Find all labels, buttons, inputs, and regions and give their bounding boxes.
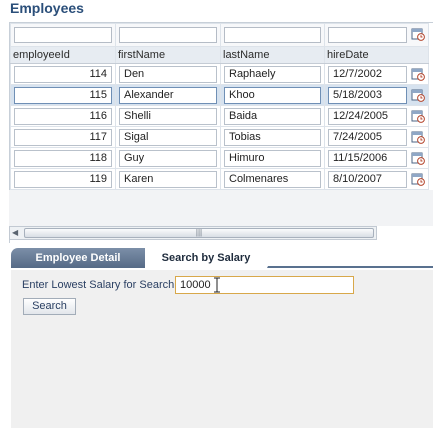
table-row[interactable]: 117 Sigal Tobias 7/24/2005 [10,126,429,148]
employeeid-cell[interactable]: 114 [14,66,112,83]
employeeid-cell[interactable]: 115 [14,87,112,104]
firstname-cell[interactable]: Sigal [119,129,217,146]
salary-input[interactable]: 10000 [175,276,354,294]
detail-tabs: Employee Detail Search by Salary [11,248,433,268]
hiredate-cell[interactable]: 11/15/2006 [328,150,407,167]
calendar-icon[interactable] [411,88,425,102]
employeeid-cell[interactable]: 118 [14,150,112,167]
table-row[interactable]: 116 Shelli Baida 12/24/2005 [10,105,429,127]
lastname-cell[interactable]: Himuro [224,150,321,167]
scroll-grip-icon: ||| [195,228,203,237]
filter-employeeid-input[interactable] [14,27,112,43]
salary-label: Enter Lowest Salary for Search [22,279,175,291]
employees-grid: employeeId firstName lastName hireDate 1… [10,23,429,190]
header-row: employeeId firstName lastName hireDate [10,46,429,64]
hiredate-cell[interactable]: 7/24/2005 [328,129,407,146]
table-row[interactable]: 118 Guy Himuro 11/15/2006 [10,147,429,169]
table-row[interactable]: 114 Den Raphaely 12/7/2002 [10,63,429,85]
column-header-hiredate[interactable]: hireDate [324,46,429,64]
hiredate-cell[interactable]: 5/18/2003 [328,87,407,104]
filter-row [10,23,429,47]
column-header-employeeid[interactable]: employeeId [10,46,116,64]
table-row[interactable]: 119 Karen Colmenares 8/10/2007 [10,168,429,190]
calendar-icon[interactable] [411,27,425,41]
table-row[interactable]: 115 Alexander Khoo 5/18/2003 [10,84,429,106]
lastname-cell[interactable]: Raphaely [224,66,321,83]
firstname-cell[interactable]: Shelli [119,108,217,125]
hiredate-cell[interactable]: 12/7/2002 [328,66,407,83]
lastname-cell[interactable]: Baida [224,108,321,125]
column-header-firstname[interactable]: firstName [115,46,221,64]
table-empty-area [9,190,433,226]
filter-firstname-input[interactable] [119,27,217,43]
firstname-cell[interactable]: Den [119,66,217,83]
tab-employee-detail[interactable]: Employee Detail [11,248,145,268]
hiredate-cell[interactable]: 12/24/2005 [328,108,407,125]
firstname-cell[interactable]: Alexander [119,87,217,104]
firstname-cell[interactable]: Guy [119,150,217,167]
filter-lastname-input[interactable] [224,27,321,43]
tab-search-by-salary[interactable]: Search by Salary [145,248,277,268]
filter-hiredate-input[interactable] [328,27,407,43]
lastname-cell[interactable]: Colmenares [224,171,321,188]
scroll-thumb[interactable]: ||| [24,228,374,238]
lastname-cell[interactable]: Khoo [224,87,321,104]
lastname-cell[interactable]: Tobias [224,129,321,146]
arrow-left-icon[interactable]: ◀ [12,229,20,237]
calendar-icon[interactable] [411,109,425,123]
search-button[interactable]: Search [23,298,76,315]
employeeid-cell[interactable]: 119 [14,171,112,188]
firstname-cell[interactable]: Karen [119,171,217,188]
column-header-lastname[interactable]: lastName [220,46,325,64]
calendar-icon[interactable] [411,172,425,186]
employeeid-cell[interactable]: 116 [14,108,112,125]
employeeid-cell[interactable]: 117 [14,129,112,146]
calendar-icon[interactable] [411,130,425,144]
calendar-icon[interactable] [411,67,425,81]
calendar-icon[interactable] [411,151,425,165]
text-cursor-icon [214,277,220,293]
horizontal-scrollbar[interactable]: ◀ ||| [9,226,377,240]
page-title: Employees [10,0,84,16]
hiredate-cell[interactable]: 8/10/2007 [328,171,407,188]
